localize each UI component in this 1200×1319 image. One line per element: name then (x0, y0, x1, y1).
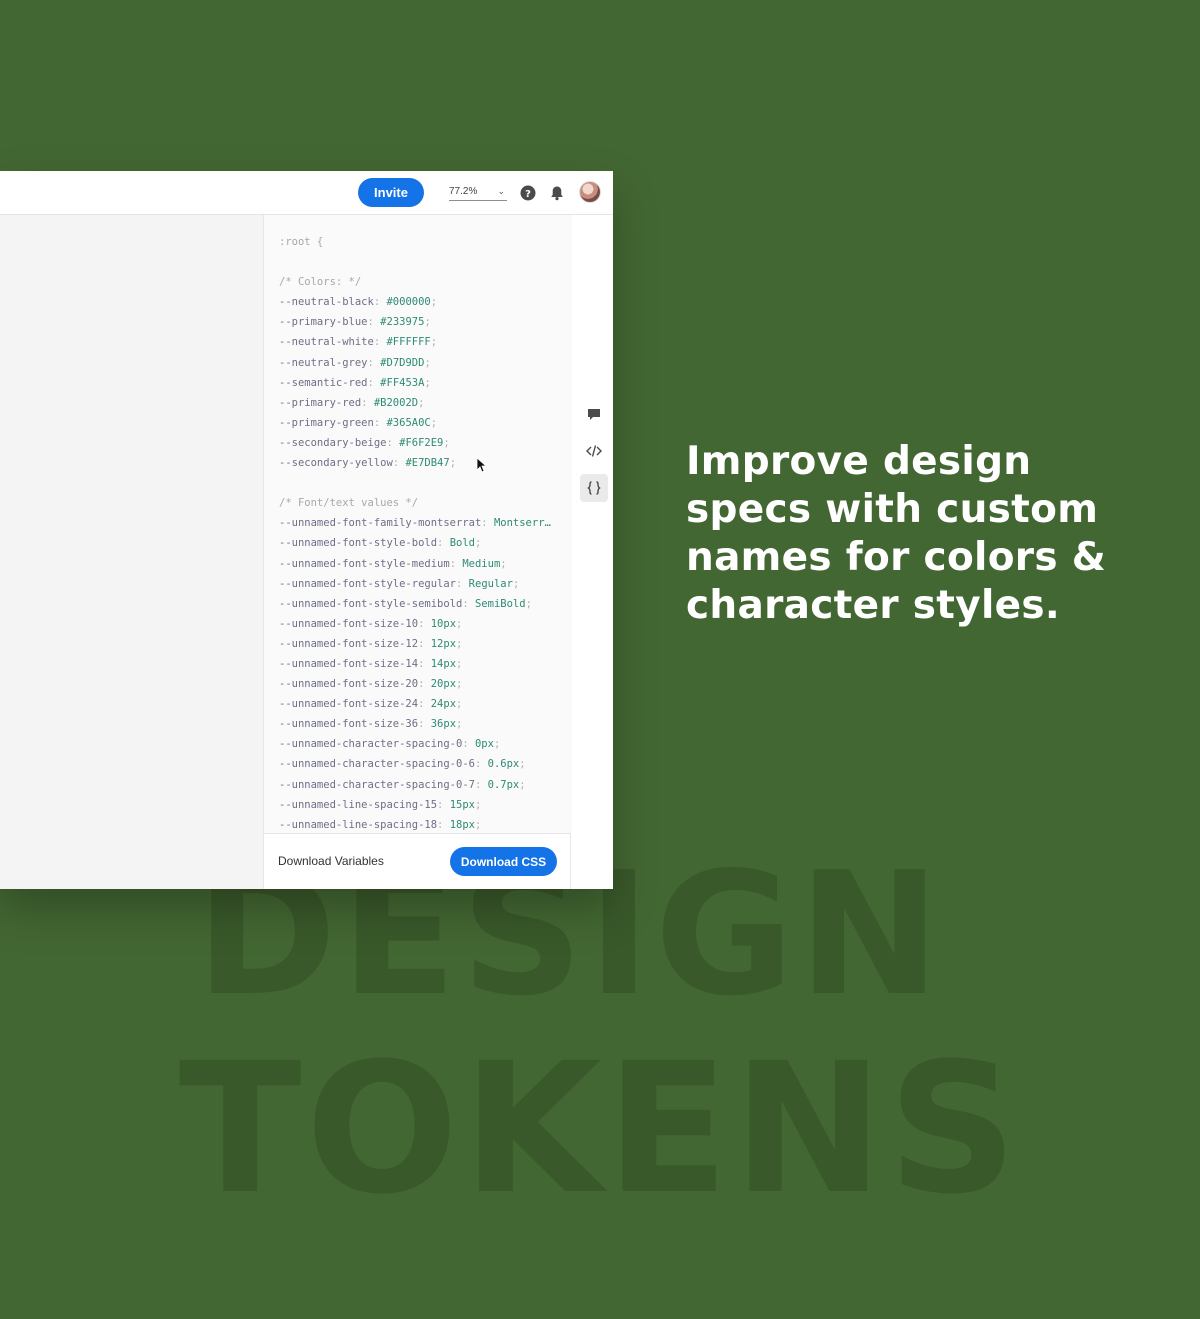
code-font-variable: --unnamed-line-spacing-18: 18px; (279, 818, 482, 831)
code-font-variable: --unnamed-character-spacing-0: 0px; (279, 738, 501, 751)
design-canvas[interactable] (0, 215, 263, 889)
avatar[interactable] (579, 181, 601, 203)
comment-icon[interactable] (580, 401, 608, 429)
code-comment-colors: /* Colors: */ (279, 276, 362, 289)
code-font-variable: --unnamed-font-size-12: 12px; (279, 637, 463, 650)
background-word-tokens: TOKENS (178, 1025, 1022, 1234)
code-font-variable: --unnamed-font-style-regular: Regular; (279, 577, 520, 590)
code-font-variable: --unnamed-font-size-10: 10px; (279, 617, 463, 630)
code-color-variable: --primary-red: #B2002D; (279, 396, 425, 409)
code-font-variable: --unnamed-font-size-24: 24px; (279, 698, 463, 711)
code-color-variable: --secondary-beige: #F6F2E9; (279, 436, 450, 449)
zoom-value: 77.2% (449, 186, 478, 197)
code-font-variable: --unnamed-font-style-semibold: SemiBold; (279, 597, 532, 610)
code-font-variable: --unnamed-font-size-20: 20px; (279, 678, 463, 691)
css-code-block: :root { /* Colors: */ --neutral-black: #0… (279, 232, 561, 833)
zoom-select[interactable]: 77.2% ⌄ (449, 183, 507, 201)
right-rail (572, 215, 613, 889)
code-font-variable: --unnamed-character-spacing-0-6: 0.6px; (279, 758, 526, 771)
download-variables-link[interactable]: Download Variables (278, 854, 384, 868)
code-font-variable: --unnamed-font-family-montserrat: Montse… (279, 517, 551, 530)
code-font-variable: --unnamed-font-size-14: 14px; (279, 657, 463, 670)
code-color-variable: --secondary-yellow: #E7DB47; (279, 457, 457, 470)
mouse-cursor-icon (476, 457, 488, 473)
css-code-panel: :root { /* Colors: */ --neutral-black: #0… (263, 215, 573, 833)
svg-text:?: ? (525, 189, 531, 200)
chevron-down-icon: ⌄ (497, 186, 505, 196)
code-color-variable: --neutral-white: #FFFFFF; (279, 336, 438, 349)
code-font-variable: --unnamed-font-style-medium: Medium; (279, 557, 507, 570)
code-font-variable: --unnamed-font-style-bold: Bold; (279, 537, 482, 550)
bell-icon[interactable] (548, 184, 566, 202)
code-font-variable: --unnamed-font-size-36: 36px; (279, 718, 463, 731)
code-font-variable: --unnamed-line-spacing-15: 15px; (279, 798, 482, 811)
headline: Improve design specs with custom names f… (686, 439, 1107, 628)
top-bar: Invite 77.2% ⌄ ? (0, 171, 613, 215)
download-css-button[interactable]: Download CSS (450, 847, 557, 876)
code-root-open: :root { (279, 236, 324, 248)
code-comment-fonts: /* Font/text values */ (279, 497, 419, 510)
variables-icon[interactable] (580, 474, 608, 502)
code-panel-footer: Download Variables Download CSS (263, 833, 571, 889)
code-color-variable: --primary-blue: #233975; (279, 316, 431, 329)
code-color-variable: --neutral-black: #000000; (279, 296, 438, 309)
code-color-variable: --semantic-red: #FF453A; (279, 376, 431, 389)
code-color-variable: --neutral-grey: #D7D9DD; (279, 356, 431, 369)
code-icon[interactable] (580, 437, 608, 465)
invite-button[interactable]: Invite (358, 178, 424, 207)
app-window: Invite 77.2% ⌄ ? :root { /* Colors: */ --… (0, 171, 613, 889)
code-color-variable: --primary-green: #365A0C; (279, 416, 438, 429)
help-icon[interactable]: ? (519, 184, 537, 202)
code-font-variable: --unnamed-character-spacing-0-7: 0.7px; (279, 778, 526, 791)
